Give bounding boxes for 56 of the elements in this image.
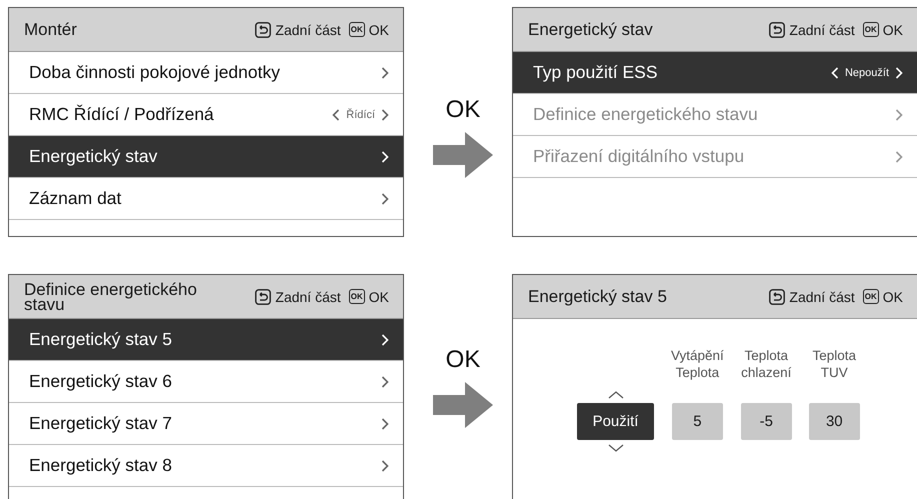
screen-title: Montér <box>24 22 77 37</box>
screen-title: Definice energetického stavu <box>24 282 198 312</box>
chevron-down-icon[interactable] <box>608 444 624 452</box>
chevron-left-icon[interactable] <box>332 108 340 120</box>
menu-item[interactable]: Energetický stav 5 <box>9 319 403 361</box>
ok-label: OK <box>446 346 480 374</box>
value-field[interactable]: -5 <box>740 403 792 440</box>
chevron-right-icon[interactable] <box>381 108 389 120</box>
ok-label[interactable]: OK <box>368 288 389 304</box>
column-header: Teplota <box>676 364 720 381</box>
ok-key-icon: OK <box>348 289 365 304</box>
ok-label: OK <box>446 96 480 124</box>
column-header: Vytápění <box>671 347 724 364</box>
ok-label[interactable]: OK <box>882 288 903 304</box>
back-icon <box>255 22 272 38</box>
menu-item[interactable]: Energetický stav 6 <box>9 361 403 403</box>
ok-key-icon: OK <box>862 289 879 304</box>
value-field[interactable]: Použití <box>577 403 654 440</box>
option-value: Nepoužít <box>844 66 889 78</box>
chevron-right-icon <box>895 108 903 120</box>
back-label[interactable]: Zadní část <box>275 288 341 304</box>
back-icon <box>769 22 786 38</box>
screen-title: Energetický stav 5 <box>528 289 667 304</box>
menu-item[interactable]: Energetický stav 7 <box>9 403 403 445</box>
menu-item[interactable]: Energetický stav <box>9 136 403 178</box>
chevron-right-icon <box>381 66 389 78</box>
screen-title: Energetický stav <box>528 22 653 37</box>
ok-key-icon: OK <box>348 22 365 37</box>
value-field[interactable]: 5 <box>672 403 723 440</box>
right-arrow-icon <box>433 132 493 178</box>
chevron-right-icon <box>381 150 389 162</box>
ok-label[interactable]: OK <box>882 22 903 38</box>
ok-key-icon: OK <box>862 22 879 37</box>
chevron-right-icon <box>895 150 903 162</box>
back-label[interactable]: Zadní část <box>789 288 855 304</box>
chevron-up-icon[interactable] <box>608 391 624 399</box>
value-field[interactable]: 30 <box>808 403 860 440</box>
menu-item[interactable]: Energetický stav 8 <box>9 445 403 487</box>
column-header: Teplota <box>744 347 788 364</box>
back-icon <box>769 288 786 304</box>
chevron-right-icon <box>381 418 389 430</box>
column-header: chlazení <box>741 364 792 381</box>
right-arrow-icon <box>433 382 493 428</box>
option-value: Řídící <box>346 108 375 120</box>
menu-item[interactable]: Doba činnosti pokojové jednotky <box>9 52 403 94</box>
back-label[interactable]: Zadní část <box>275 22 341 38</box>
chevron-right-icon <box>381 192 389 204</box>
menu-item[interactable]: Záznam dat <box>9 178 403 220</box>
column-header: TUV <box>820 364 848 381</box>
chevron-right-icon <box>381 334 389 346</box>
back-label[interactable]: Zadní část <box>789 22 855 38</box>
back-icon <box>255 288 272 304</box>
chevron-right-icon <box>381 376 389 388</box>
column-header: Teplota <box>812 347 856 364</box>
chevron-right-icon <box>381 460 389 472</box>
ok-label[interactable]: OK <box>368 22 389 38</box>
